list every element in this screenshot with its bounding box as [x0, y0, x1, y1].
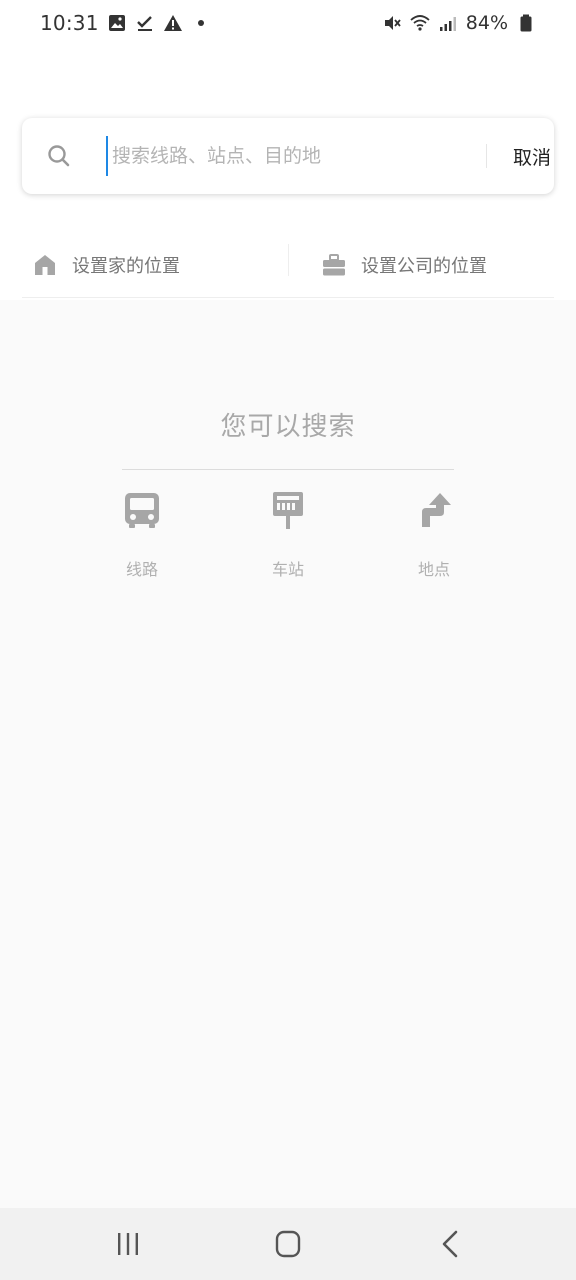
battery-icon [516, 13, 536, 33]
search-input[interactable] [106, 136, 466, 176]
bus-stop-icon [268, 490, 308, 530]
wifi-icon [410, 13, 430, 33]
hint-title: 您可以搜索 [220, 412, 356, 442]
category-route-label: 线路 [125, 560, 158, 579]
battery-percent: 84% [465, 12, 508, 34]
mute-icon [382, 13, 402, 33]
search-divider [486, 144, 487, 168]
search-categories: 线路 车站 地点 [0, 490, 576, 590]
quick-actions: 设置家的位置 设置公司的位置 [22, 232, 554, 298]
warning-icon [163, 13, 183, 33]
signal-icon [438, 13, 458, 33]
search-icon [46, 143, 72, 169]
home-icon [32, 252, 58, 278]
category-place: 地点 [394, 490, 474, 580]
set-company-label: 设置公司的位置 [361, 255, 487, 277]
status-left: 10:31 [40, 11, 211, 35]
category-station-label: 车站 [271, 560, 304, 579]
briefcase-icon [321, 252, 347, 278]
app-screen: 10:31 84% 搜索线路、站点、目的地 取消 设置家的位置 设置公司的位置 … [0, 0, 576, 1280]
cancel-button[interactable]: 取消 [500, 136, 564, 176]
status-bar: 10:31 84% [0, 0, 576, 46]
dot-icon [191, 13, 211, 33]
category-route: 线路 [102, 490, 182, 580]
recent-apps-icon[interactable] [108, 1226, 148, 1262]
category-station: 车站 [248, 490, 328, 580]
set-home-label: 设置家的位置 [72, 255, 180, 277]
system-nav-bar [0, 1208, 576, 1280]
image-icon [107, 13, 127, 33]
status-time: 10:31 [40, 11, 99, 35]
search-card: 取消 [22, 118, 554, 194]
back-icon[interactable] [430, 1226, 470, 1262]
category-place-label: 地点 [417, 560, 450, 579]
home-icon[interactable] [268, 1226, 308, 1262]
set-home-location-button[interactable]: 设置家的位置 [22, 232, 288, 297]
place-turn-icon [414, 490, 454, 530]
bus-icon [122, 490, 162, 530]
set-company-location-button[interactable]: 设置公司的位置 [288, 232, 554, 297]
hint-divider [122, 469, 454, 470]
status-right: 84% [382, 12, 536, 34]
check-icon [135, 13, 155, 33]
